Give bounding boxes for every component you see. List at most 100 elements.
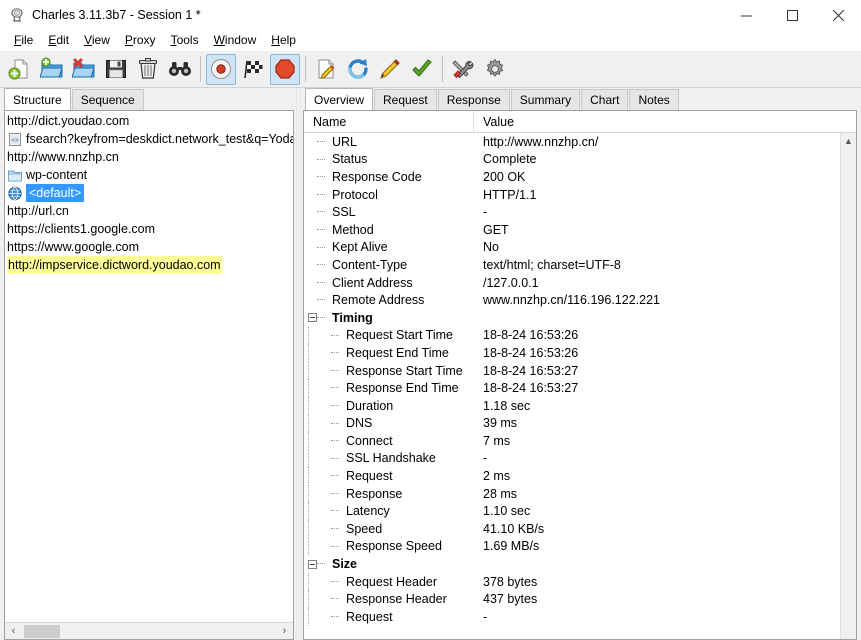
tab-notes[interactable]: Notes bbox=[629, 89, 679, 110]
tree-item-label: fsearch?keyfrom=deskdict.network_test&q=… bbox=[26, 132, 293, 146]
table-row[interactable]: Request Start Time 18-8-24 16:53:26 bbox=[304, 326, 840, 345]
menu-item-help[interactable]: Help bbox=[264, 31, 304, 49]
column-header-name[interactable]: Name bbox=[304, 111, 474, 132]
tree-item-host[interactable]: https://clients1.google.com bbox=[5, 220, 293, 238]
table-row[interactable]: Protocol HTTP/1.1 bbox=[304, 186, 840, 204]
tree-guide-line bbox=[304, 361, 313, 380]
validate-icon[interactable] bbox=[407, 54, 437, 85]
menu-mnemonic: V bbox=[84, 33, 92, 47]
scroll-left-arrow[interactable]: ‹ bbox=[5, 623, 22, 640]
settings-icon[interactable] bbox=[480, 54, 510, 85]
tab-response[interactable]: Response bbox=[437, 89, 510, 110]
table-column-header: Name Value bbox=[304, 111, 856, 133]
tree-item-host-highlighted[interactable]: http://impservice.dictword.youdao.com bbox=[5, 256, 293, 274]
row-value-cell: 39 ms bbox=[483, 416, 518, 431]
table-row[interactable]: Remote Address www.nnzhp.cn/116.196.122.2… bbox=[304, 291, 840, 309]
maximize-button[interactable] bbox=[769, 0, 815, 30]
table-row[interactable]: Response Start Time 18-8-24 16:53:27 bbox=[304, 361, 840, 380]
tree-item-request[interactable]: <> fsearch?keyfrom=deskdict.network_test… bbox=[5, 130, 293, 148]
tab-structure[interactable]: Structure bbox=[4, 88, 71, 110]
scroll-track[interactable] bbox=[840, 149, 856, 639]
table-row[interactable]: Connect 7 ms bbox=[304, 432, 840, 450]
table-row[interactable]: Request - bbox=[304, 608, 840, 626]
table-row[interactable]: Response 28 ms bbox=[304, 484, 840, 503]
tab-overview[interactable]: Overview bbox=[305, 88, 374, 110]
table-row[interactable]: Request End Time 18-8-24 16:53:26 bbox=[304, 344, 840, 362]
tab-sequence[interactable]: Sequence bbox=[71, 89, 144, 110]
tree-item-label: http://dict.youdao.com bbox=[7, 114, 130, 128]
tree-item-host[interactable]: https://www.google.com bbox=[5, 238, 293, 256]
clear-session-icon[interactable] bbox=[133, 54, 163, 85]
tree-item-folder[interactable]: wp-content bbox=[5, 166, 293, 184]
table-row[interactable]: Response Code 200 OK bbox=[304, 168, 840, 186]
session-tree[interactable]: http://dict.youdao.com <> fsearch?keyfro… bbox=[4, 110, 294, 640]
row-value-cell: 378 bytes bbox=[483, 574, 538, 589]
tree-guide-line bbox=[304, 502, 313, 521]
table-row[interactable]: DNS 39 ms bbox=[304, 414, 840, 433]
collapse-expander-icon[interactable] bbox=[308, 559, 317, 569]
row-value-cell: 1.10 sec bbox=[483, 504, 531, 519]
menu-item-file[interactable]: File bbox=[7, 31, 41, 49]
table-row[interactable]: Latency 1.10 sec bbox=[304, 502, 840, 521]
edit-icon[interactable] bbox=[375, 54, 405, 85]
tree-horizontal-scrollbar[interactable]: ‹ › bbox=[5, 622, 293, 639]
tree-item-label: http://www.nnzhp.cn bbox=[7, 150, 119, 164]
menu-item-view[interactable]: View bbox=[77, 31, 118, 49]
tree-branch-line bbox=[317, 203, 330, 221]
throttle-icon[interactable] bbox=[238, 54, 268, 85]
table-row[interactable]: Speed 41.10 KB/s bbox=[304, 520, 840, 538]
table-row[interactable]: SSL - bbox=[304, 203, 840, 221]
tab-chart[interactable]: Chart bbox=[581, 89, 629, 110]
table-row[interactable]: Kept Alive No bbox=[304, 239, 840, 257]
tree-item-host[interactable]: http://dict.youdao.com bbox=[5, 112, 293, 130]
scroll-right-arrow[interactable]: › bbox=[276, 623, 293, 640]
scroll-up-arrow[interactable]: ▲ bbox=[841, 133, 857, 149]
row-name-cell: Response Code bbox=[304, 168, 474, 186]
tree-item-host[interactable]: http://www.nnzhp.cn bbox=[5, 148, 293, 166]
table-row[interactable]: URL http://www.nnzhp.cn/ bbox=[304, 133, 840, 151]
column-header-value[interactable]: Value bbox=[474, 111, 856, 132]
table-row[interactable]: Status Complete bbox=[304, 151, 840, 169]
table-group-row[interactable]: Timing bbox=[304, 309, 840, 327]
table-row[interactable]: Request 2 ms bbox=[304, 467, 840, 485]
menu-item-tools[interactable]: Tools bbox=[164, 31, 207, 49]
record-icon[interactable] bbox=[206, 53, 236, 85]
collapse-expander-icon[interactable] bbox=[308, 313, 317, 323]
tools-icon[interactable] bbox=[448, 54, 478, 85]
close-button[interactable] bbox=[815, 0, 861, 30]
row-name-label: SSL Handshake bbox=[346, 451, 436, 466]
row-name-cell: Content-Type bbox=[304, 256, 474, 274]
save-session-icon[interactable] bbox=[101, 54, 131, 85]
table-row[interactable]: Request Header 378 bytes bbox=[304, 572, 840, 591]
minimize-button[interactable] bbox=[723, 0, 769, 30]
table-row[interactable]: Response End Time 18-8-24 16:53:27 bbox=[304, 379, 840, 397]
table-row[interactable]: Method GET bbox=[304, 221, 840, 239]
compose-icon[interactable] bbox=[311, 54, 341, 85]
tab-summary[interactable]: Summary bbox=[510, 89, 581, 110]
tree-item-host[interactable]: http://url.cn bbox=[5, 202, 293, 220]
close-session-icon[interactable] bbox=[69, 54, 99, 85]
open-session-icon[interactable] bbox=[37, 54, 67, 85]
breakpoints-icon[interactable] bbox=[270, 53, 300, 85]
menu-item-window[interactable]: Window bbox=[207, 31, 265, 49]
table-group-row[interactable]: Size bbox=[304, 555, 840, 573]
table-row[interactable]: Response Header 437 bytes bbox=[304, 590, 840, 609]
tree-branch-line bbox=[331, 415, 344, 433]
table-row[interactable]: Response Speed 1.69 MB/s bbox=[304, 537, 840, 556]
menu-item-edit[interactable]: Edit bbox=[41, 31, 77, 49]
table-vertical-scrollbar[interactable]: ▲ bbox=[840, 133, 856, 639]
table-row[interactable]: SSL Handshake - bbox=[304, 449, 840, 468]
row-value-cell: 200 OK bbox=[483, 169, 526, 184]
menu-item-proxy[interactable]: Proxy bbox=[118, 31, 164, 49]
tree-item-default-selected[interactable]: <default> bbox=[5, 184, 293, 202]
scroll-thumb[interactable] bbox=[24, 624, 60, 638]
table-row[interactable]: Content-Type text/html; charset=UTF-8 bbox=[304, 256, 840, 274]
new-session-icon[interactable] bbox=[5, 54, 35, 85]
repeat-icon[interactable] bbox=[343, 54, 373, 85]
tab-request[interactable]: Request bbox=[374, 89, 437, 110]
table-row[interactable]: Duration 1.18 sec bbox=[304, 396, 840, 415]
table-row[interactable]: Client Address/127.0.0.1 bbox=[304, 274, 840, 292]
row-name-cell: Method bbox=[304, 221, 474, 239]
scroll-track[interactable] bbox=[22, 622, 276, 639]
find-icon[interactable] bbox=[165, 54, 195, 85]
